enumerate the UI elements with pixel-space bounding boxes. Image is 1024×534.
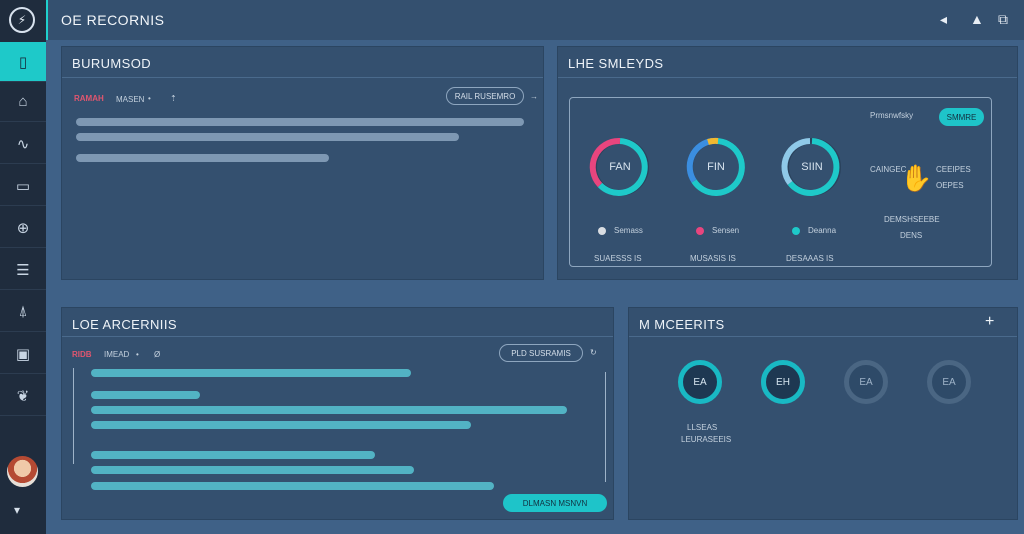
gauge-label: SIIN	[801, 161, 823, 173]
logo-icon[interactable]: ⚡	[9, 7, 35, 33]
gauge-value: MUSASIS IS	[690, 254, 736, 263]
side-label: DENS	[900, 231, 923, 240]
panel-title: M MCEERITS	[639, 317, 725, 332]
status-badge: RIDB	[72, 350, 92, 359]
window-icon[interactable]: ⧉	[998, 11, 1008, 28]
list-item[interactable]	[91, 421, 471, 429]
legend-dot	[598, 227, 606, 235]
clock-icon[interactable]: Ø	[154, 350, 160, 359]
sidebar-item-folder[interactable]: ▭	[0, 166, 46, 206]
gauge-value: SUAESSS IS	[594, 254, 642, 263]
share-button[interactable]: SMMRE	[939, 108, 984, 126]
list-item[interactable]	[76, 133, 459, 141]
panel-analytics: LHE SMLEYDS FAN FIN SIIN Semass Sensen D…	[557, 46, 1018, 280]
panel-title: LOE ARCERNIIS	[72, 317, 177, 332]
list-item[interactable]	[91, 451, 375, 459]
dot-icon: •	[136, 350, 139, 359]
sub-label: MASEN	[116, 95, 145, 104]
tree-icon: ⍋	[18, 303, 28, 320]
side-label: DEMSHSEEBE	[884, 215, 940, 224]
side-label: Prmsnwfsky	[870, 111, 914, 120]
sub-label: IMEAD	[104, 350, 130, 359]
list-item[interactable]	[76, 154, 329, 162]
back-icon[interactable]: ◂	[940, 11, 947, 28]
gauge-label: FIN	[707, 161, 725, 173]
metric-circle[interactable]: EA	[927, 360, 971, 404]
bell-icon[interactable]: ▲	[970, 11, 984, 27]
chevron-down-icon[interactable]: ▾	[14, 503, 20, 517]
gauge-label: FAN	[609, 161, 631, 173]
metric-circle[interactable]: EH	[761, 360, 805, 404]
metric-circle[interactable]: EA	[678, 360, 722, 404]
sidebar-item-brain[interactable]: ❦	[0, 376, 46, 416]
panel-metrics: M MCEERITS + EA EH EA EA LLSEAS LEURASEE…	[628, 307, 1018, 520]
monitor-icon: ▣	[15, 345, 31, 363]
scrollbar[interactable]	[605, 372, 606, 482]
add-icon[interactable]: +	[985, 313, 994, 331]
arrow-icon[interactable]: →	[530, 92, 538, 101]
sort-icon[interactable]: ⇡	[170, 94, 177, 103]
gauge-value: DESAAAS IS	[786, 254, 834, 263]
divider	[62, 336, 613, 337]
divider	[629, 336, 1017, 337]
top-bar: OE RECORNIS ◂ ▲ ⧉	[46, 0, 1024, 40]
sidebar-item-book[interactable]: ▯	[0, 42, 46, 82]
sidebar: ⚡ ▯ ⌂ ∿ ▭ ⊕ ☰ ⍋ ▣ ❦ ▾	[0, 0, 46, 534]
legend-label: Semass	[614, 226, 643, 235]
globe-icon: ⊕	[16, 219, 30, 237]
legend-label: Deanna	[808, 226, 837, 235]
panel-archives: LOE ARCERNIIS RIDB IMEAD • Ø PLD SUSRAMI…	[61, 307, 614, 520]
sidebar-item-globe[interactable]: ⊕	[0, 208, 46, 248]
list-item[interactable]	[76, 118, 524, 126]
book-icon: ▯	[18, 53, 28, 71]
wave-icon: ∿	[16, 135, 30, 153]
status-badge: RAMAH	[74, 94, 104, 103]
list-item[interactable]	[91, 482, 494, 490]
list-item[interactable]	[91, 466, 414, 474]
dot-icon: •	[148, 94, 151, 103]
avatar[interactable]	[7, 456, 38, 487]
sidebar-item-monitor[interactable]: ▣	[0, 334, 46, 374]
list-item[interactable]	[91, 406, 567, 414]
download-button[interactable]: DLMASN MSNVN	[503, 494, 607, 512]
app-title: OE RECORNIS	[61, 12, 165, 28]
metric-caption: LLSEAS	[687, 423, 718, 432]
metric-caption: LEURASEEIS	[681, 435, 732, 444]
list-item[interactable]	[91, 391, 200, 399]
hand-cursor-icon: ✋	[900, 163, 933, 193]
sidebar-item-list[interactable]: ☰	[0, 250, 46, 290]
filter-button[interactable]: PLD SUSRAMIS	[499, 344, 583, 362]
side-label: CEEIPES	[936, 165, 971, 174]
metric-circle[interactable]: EA	[844, 360, 888, 404]
refresh-icon[interactable]: ↻	[590, 348, 597, 357]
filter-button[interactable]: RAIL RUSEMRO	[446, 87, 524, 105]
folder-icon: ▭	[15, 177, 31, 195]
guide-line	[73, 368, 74, 464]
sidebar-item-tree[interactable]: ⍋	[0, 292, 46, 332]
legend-dot	[696, 227, 704, 235]
divider	[558, 77, 1017, 78]
side-label: OEPES	[936, 181, 964, 190]
list-icon: ☰	[16, 261, 30, 279]
home-icon: ⌂	[18, 93, 28, 110]
brain-icon: ❦	[16, 387, 30, 405]
sidebar-item-wave[interactable]: ∿	[0, 124, 46, 164]
list-item[interactable]	[91, 369, 411, 377]
legend-dot	[792, 227, 800, 235]
panel-title: BURUMSOD	[72, 56, 152, 71]
panel-title: LHE SMLEYDS	[568, 56, 664, 71]
sidebar-item-home[interactable]: ⌂	[0, 82, 46, 122]
panel-records: BURUMSOD RAMAH MASEN • ⇡ RAIL RUSEMRO →	[61, 46, 544, 280]
divider	[62, 77, 543, 78]
legend-label: Sensen	[712, 226, 740, 235]
